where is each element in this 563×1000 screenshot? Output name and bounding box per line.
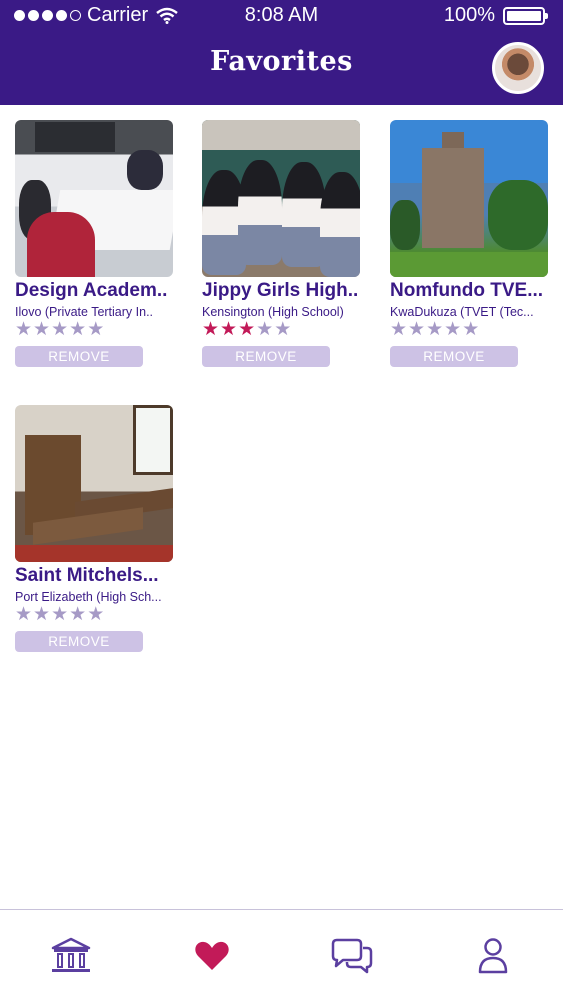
star-icon: ★ bbox=[15, 604, 33, 625]
favorite-card[interactable]: Saint Mitchels... Port Elizabeth (High S… bbox=[15, 405, 173, 652]
school-name[interactable]: Jippy Girls High.. bbox=[202, 280, 360, 302]
star-icon: ★ bbox=[220, 319, 238, 340]
chat-icon bbox=[331, 938, 373, 974]
favorite-card[interactable]: Jippy Girls High.. Kensington (High Scho… bbox=[202, 120, 360, 367]
star-icon: ★ bbox=[462, 319, 480, 340]
star-icon: ★ bbox=[33, 604, 51, 625]
status-bar: Carrier 8:08 AM 100% bbox=[0, 0, 563, 30]
heart-icon bbox=[195, 941, 229, 970]
institution-icon bbox=[51, 937, 91, 972]
tab-profile[interactable] bbox=[469, 934, 517, 978]
star-icon: ★ bbox=[15, 319, 33, 340]
star-icon: ★ bbox=[408, 319, 426, 340]
school-image[interactable] bbox=[15, 405, 173, 562]
remove-button[interactable]: REMOVE bbox=[15, 631, 143, 652]
app-header: Carrier 8:08 AM 100% Favorites bbox=[0, 0, 563, 105]
star-icon: ★ bbox=[390, 319, 408, 340]
favorite-card[interactable]: Nomfundo TVE... KwaDukuza (TVET (Tec... … bbox=[390, 120, 548, 367]
rating-stars: ★ ★ ★ ★ ★ bbox=[202, 320, 291, 339]
star-icon: ★ bbox=[444, 319, 462, 340]
school-location: KwaDukuza (TVET (Tec... bbox=[390, 305, 534, 319]
star-icon: ★ bbox=[87, 604, 105, 625]
school-image[interactable] bbox=[390, 120, 548, 277]
school-location: Kensington (High School) bbox=[202, 305, 344, 319]
favorite-card[interactable]: Design Academ.. Ilovo (Private Tertiary … bbox=[15, 120, 173, 367]
school-name[interactable]: Nomfundo TVE... bbox=[390, 280, 548, 302]
page-title: Favorites bbox=[210, 46, 353, 77]
star-icon: ★ bbox=[274, 319, 292, 340]
star-icon: ★ bbox=[87, 319, 105, 340]
star-icon: ★ bbox=[256, 319, 274, 340]
school-location: Port Elizabeth (High Sch... bbox=[15, 590, 162, 604]
school-name[interactable]: Design Academ.. bbox=[15, 280, 173, 302]
remove-button[interactable]: REMOVE bbox=[202, 346, 330, 367]
school-image[interactable] bbox=[202, 120, 360, 277]
star-icon: ★ bbox=[202, 319, 220, 340]
school-name[interactable]: Saint Mitchels... bbox=[15, 565, 173, 587]
tab-bar bbox=[0, 909, 563, 1000]
tab-favorites[interactable] bbox=[188, 934, 236, 978]
profile-icon bbox=[478, 938, 508, 974]
school-location: Ilovo (Private Tertiary In.. bbox=[15, 305, 154, 319]
star-icon: ★ bbox=[426, 319, 444, 340]
battery-icon bbox=[503, 6, 548, 25]
star-icon: ★ bbox=[51, 604, 69, 625]
rating-stars: ★ ★ ★ ★ ★ bbox=[390, 320, 479, 339]
star-icon: ★ bbox=[69, 604, 87, 625]
rating-stars: ★ ★ ★ ★ ★ bbox=[15, 605, 104, 624]
tab-messages[interactable] bbox=[328, 934, 376, 978]
status-right: 100% bbox=[443, 4, 548, 27]
school-image[interactable] bbox=[15, 120, 173, 277]
battery-label: 100% bbox=[443, 4, 495, 26]
remove-button[interactable]: REMOVE bbox=[15, 346, 143, 367]
tab-institutions[interactable] bbox=[47, 934, 95, 978]
star-icon: ★ bbox=[51, 319, 69, 340]
star-icon: ★ bbox=[33, 319, 51, 340]
avatar[interactable] bbox=[492, 42, 544, 94]
star-icon: ★ bbox=[69, 319, 87, 340]
star-icon: ★ bbox=[238, 319, 256, 340]
rating-stars: ★ ★ ★ ★ ★ bbox=[15, 320, 104, 339]
remove-button[interactable]: REMOVE bbox=[390, 346, 518, 367]
